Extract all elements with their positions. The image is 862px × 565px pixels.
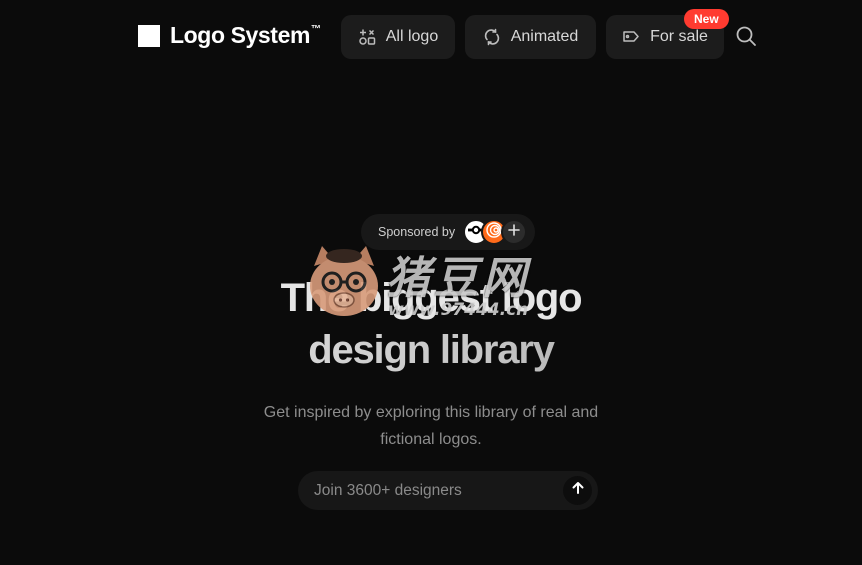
search-icon	[735, 25, 757, 52]
nav-all-logo-label: All logo	[385, 28, 439, 45]
hero-subtitle: Get inspired by exploring this library o…	[263, 404, 599, 448]
hero-title-line2: design library	[0, 324, 862, 376]
brand-name: Logo System	[170, 22, 311, 48]
join-submit-button[interactable]	[563, 476, 592, 505]
hero-title: The biggest logo design library	[0, 272, 862, 376]
sponsor-pill: Sponsored by	[361, 214, 535, 250]
page: Logo System™ All logo Animated For sale …	[0, 0, 862, 565]
new-badge: New	[684, 9, 729, 29]
sponsor-label: Sponsored by	[378, 225, 456, 239]
hero-title-line1: The biggest logo	[280, 276, 583, 320]
search-button[interactable]	[733, 25, 759, 51]
plus-icon	[508, 223, 520, 241]
arrow-up-icon	[571, 481, 585, 500]
join-form	[298, 471, 598, 510]
brand-logo[interactable]: Logo System™	[138, 22, 321, 49]
sponsor-add-button[interactable]	[501, 219, 527, 245]
nav-animated-label: Animated	[510, 28, 579, 45]
logo-mark-icon	[138, 24, 160, 47]
tag-icon	[622, 29, 640, 45]
refresh-icon	[483, 28, 501, 46]
email-input[interactable]	[314, 481, 544, 500]
nav-for-sale-label: For sale	[650, 28, 708, 45]
brand-trademark: ™	[311, 24, 321, 35]
nav-animated-button[interactable]: Animated	[465, 15, 596, 59]
nav-all-logo-button[interactable]: All logo	[341, 15, 455, 59]
shapes-icon	[358, 28, 376, 46]
